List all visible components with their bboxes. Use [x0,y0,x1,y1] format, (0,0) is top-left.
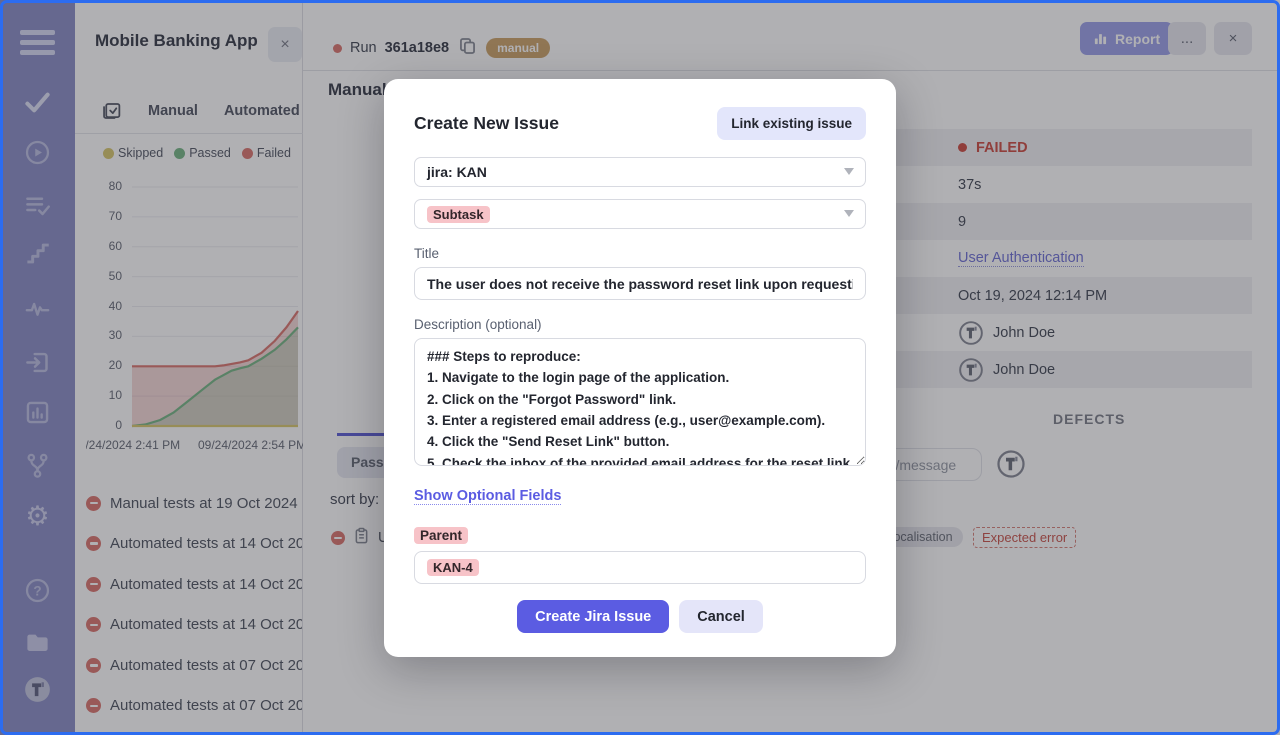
show-optional-fields-link[interactable]: Show Optional Fields [414,488,561,505]
parent-issue-chip: KAN-4 [427,559,479,576]
cancel-button[interactable]: Cancel [679,600,763,633]
parent-issue-input[interactable]: KAN-4 [414,551,866,584]
create-issue-modal: Create New Issue Link existing issue jir… [384,79,896,657]
jira-project-select[interactable]: jira: KAN [414,157,866,187]
parent-label-wrap: Parent [414,527,866,545]
title-label: Title [414,246,866,261]
issue-type-chip: Subtask [427,206,490,223]
modal-title: Create New Issue [414,113,559,134]
link-existing-issue-button[interactable]: Link existing issue [717,107,866,140]
chevron-down-icon [844,168,854,175]
chevron-down-icon [844,210,854,217]
issue-title-input[interactable] [414,267,866,300]
parent-label: Parent [414,527,468,544]
issue-type-select[interactable]: Subtask [414,199,866,229]
description-label: Description (optional) [414,317,866,332]
issue-description-textarea[interactable]: ### Steps to reproduce: 1. Navigate to t… [414,338,866,466]
app-root: ⚙ ? Mobile Banking App × Manual Automate… [0,0,1280,735]
jira-project-value: jira: KAN [427,164,487,180]
create-jira-issue-button[interactable]: Create Jira Issue [517,600,669,633]
